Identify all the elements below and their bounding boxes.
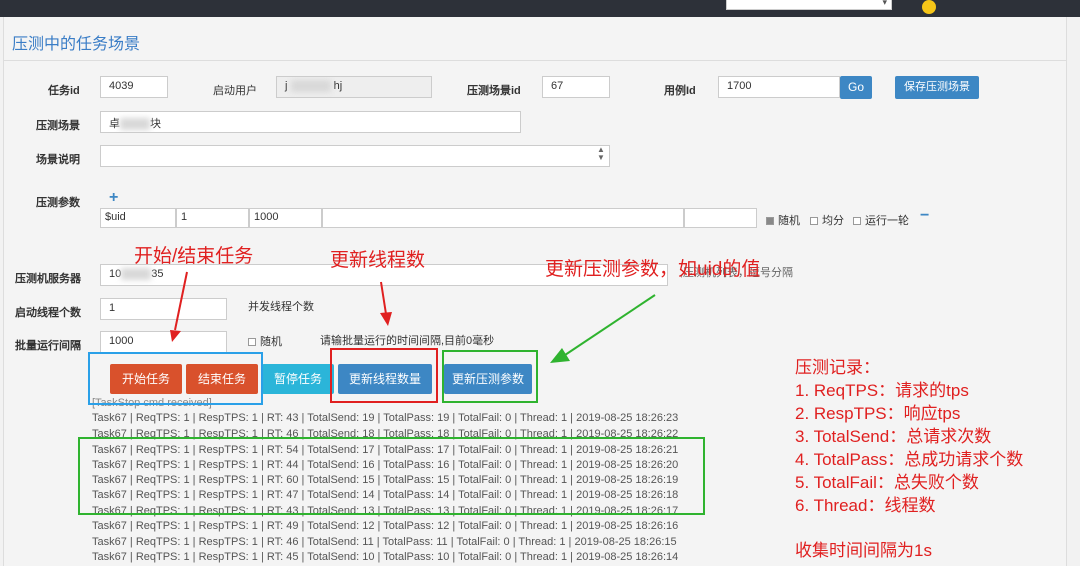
arrowhead-icon [170,330,181,342]
legend-item: 5. TotalFail：总失败个数 [795,473,979,492]
legend-item: 2. RespTPS：响应tps [795,404,961,423]
legend-item: 1. ReqTPS：请求的tps [795,381,969,400]
arrow-params [564,294,656,356]
legend-item: 6. Thread：线程数 [795,496,936,515]
arrow-threads [380,281,387,315]
arrow-start-stop [174,271,188,331]
legend-item: 4. TotalPass：总成功请求个数 [795,450,1024,469]
legend-title: 压测记录： [795,358,880,377]
interval-note: 收集时间间隔为1s [795,541,932,560]
arrowhead-icon [380,312,392,326]
arrowhead-icon [550,348,570,363]
legend-item: 3. TotalSend：总请求次数 [795,427,992,446]
